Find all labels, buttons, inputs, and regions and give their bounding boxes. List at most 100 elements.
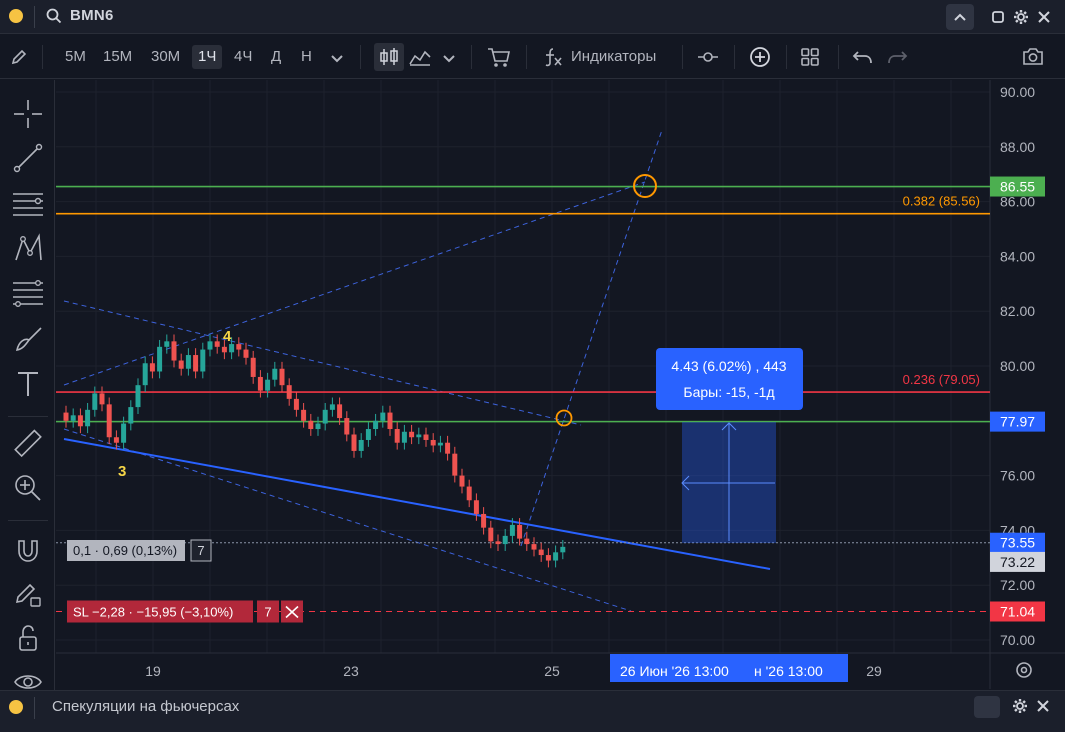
price-badge-77-97-text: 77.97 [1000, 414, 1035, 430]
position-tag-label: 0,1 · 0,69 (0,13%) [73, 543, 177, 558]
timeframe-week[interactable]: Н [295, 45, 318, 69]
divider [471, 45, 472, 69]
search-icon[interactable] [46, 8, 62, 29]
fib-retracement-icon[interactable] [10, 276, 46, 312]
price-tick-label: 84.00 [1000, 248, 1035, 264]
cart-icon[interactable] [487, 46, 511, 73]
redo-icon[interactable] [886, 48, 908, 71]
candle-body [351, 434, 357, 451]
candle-body [293, 398, 299, 410]
crosshair-time-text: 26 Июн '26 13:00 [620, 663, 729, 679]
candle-body [265, 379, 271, 391]
pencil-icon[interactable] [10, 48, 28, 71]
candle-body [286, 385, 292, 399]
candle-body [272, 368, 278, 380]
candle-body [358, 439, 364, 451]
divider [838, 45, 839, 69]
candle-body [301, 409, 307, 421]
candle-body [430, 439, 436, 446]
brush-icon[interactable] [10, 322, 46, 358]
bottom-panel: Спекуляции на фьючерсах [0, 690, 1065, 732]
timeframe-5m[interactable]: 5М [59, 45, 92, 69]
gear-icon[interactable] [1012, 698, 1028, 719]
candle-body [452, 453, 458, 476]
trend-line-icon[interactable] [10, 140, 46, 176]
magnet-icon[interactable] [10, 532, 46, 568]
timeframe-1h[interactable]: 1Ч [192, 45, 223, 69]
wave-label-4: 4 [223, 328, 232, 345]
function-icon[interactable] [542, 46, 564, 73]
camera-icon[interactable] [1021, 46, 1045, 73]
candle-body [113, 437, 119, 443]
divider [360, 45, 361, 69]
candle-body [236, 344, 242, 350]
zoom-in-icon[interactable] [10, 470, 46, 506]
candle-body [77, 415, 83, 427]
pattern-icon[interactable] [10, 230, 46, 266]
candle-body [488, 527, 494, 542]
chevron-down-icon[interactable] [442, 51, 456, 69]
undo-icon[interactable] [852, 48, 874, 71]
candle-body [373, 420, 379, 430]
candle-body [171, 341, 177, 361]
parallel-lines-icon[interactable] [10, 186, 46, 222]
candle-body [315, 423, 321, 430]
candle-body [243, 349, 249, 358]
ruler-icon[interactable] [10, 426, 46, 462]
crosshair-icon[interactable] [10, 96, 46, 132]
chevron-up-icon[interactable] [946, 4, 974, 30]
unlock-icon[interactable] [10, 620, 46, 656]
timeframe-day[interactable]: Д [265, 45, 287, 69]
level-label-fib-0236: 0.236 (79.05) [903, 372, 980, 387]
drawing-toolbar [0, 80, 55, 690]
candle-body [502, 535, 508, 545]
candle-body [481, 513, 487, 528]
status-dot [9, 9, 23, 23]
panel-label[interactable]: Спекуляции на фьючерсах [52, 698, 239, 715]
candle-body [365, 429, 371, 440]
candle-body [207, 341, 213, 350]
close-icon[interactable] [1036, 699, 1050, 718]
chevron-down-icon[interactable] [330, 51, 344, 69]
candle-body [135, 385, 141, 408]
area-chart-icon[interactable] [409, 47, 431, 72]
indicators-button[interactable]: Индикаторы [565, 45, 662, 69]
candle-body [545, 555, 551, 561]
candle-body [473, 500, 479, 514]
timeframe-4h[interactable]: 4Ч [228, 45, 258, 69]
add-circle-icon[interactable] [749, 46, 771, 73]
timeframe-30m[interactable]: 30М [145, 45, 186, 69]
candle-body [250, 357, 256, 377]
candle-body [495, 541, 501, 545]
divider [34, 6, 35, 28]
divider [34, 697, 35, 719]
pencil-lock-icon[interactable] [10, 576, 46, 612]
candle-body [92, 393, 98, 410]
price-chart[interactable]: 90.0088.0086.0084.0082.0080.0078.0076.00… [56, 80, 1065, 689]
candle-body [380, 412, 386, 421]
price-badge-current-text: 73.55 [1000, 535, 1035, 551]
candle-body [157, 346, 163, 372]
crosshair-time-text-right: н '26 13:00 [754, 663, 823, 679]
candle-body [99, 393, 105, 405]
candles-icon[interactable] [374, 43, 404, 71]
candle-body [344, 418, 350, 435]
candle-body [308, 420, 314, 430]
panel-toggle-button[interactable] [974, 696, 1000, 718]
candle-body [221, 346, 227, 353]
timeframe-15m[interactable]: 15М [97, 45, 138, 69]
price-badge-71-04-text: 71.04 [1000, 604, 1035, 620]
candle-body [445, 442, 451, 454]
candle-body [128, 407, 134, 424]
node-icon[interactable] [697, 49, 719, 70]
chart-area[interactable]: 90.0088.0086.0084.0082.0080.0078.0076.00… [56, 80, 1065, 689]
close-icon[interactable] [1030, 4, 1058, 30]
time-tick-label: 19 [145, 663, 161, 679]
symbol-title[interactable]: BMN6 [70, 7, 114, 24]
candle-body [106, 404, 112, 438]
candle-body [538, 549, 544, 556]
text-tool-icon[interactable] [10, 366, 46, 402]
layout-grid-icon[interactable] [800, 47, 820, 72]
chart-toolbar: 5М 15М 30М 1Ч 4Ч Д Н Индикаторы [0, 35, 1065, 79]
candle-body [394, 429, 400, 443]
